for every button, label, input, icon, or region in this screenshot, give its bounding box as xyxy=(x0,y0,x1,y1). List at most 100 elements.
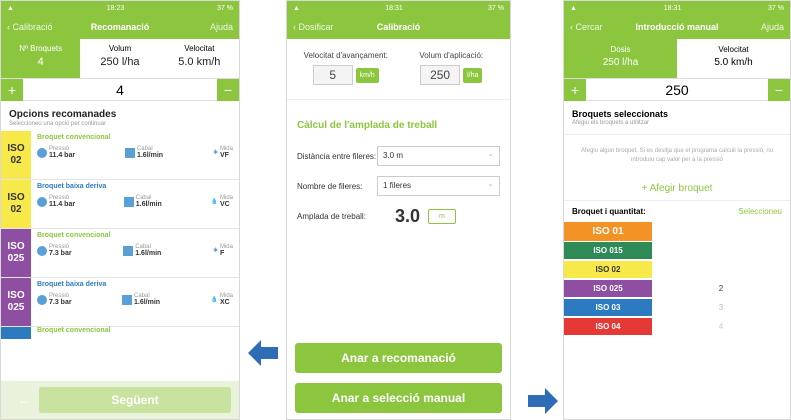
width-unit-button[interactable]: m xyxy=(428,208,456,224)
go-manual-selection-button[interactable]: Anar a selecció manual xyxy=(295,383,502,413)
info-text: Afegiu algun broquet. Si es desitja que … xyxy=(580,148,774,163)
tab-speed[interactable]: Velocitat 5.0 km/h xyxy=(160,39,239,78)
distance-select[interactable]: 3.0 m xyxy=(377,145,500,166)
nozzle-tag: ISO 02 xyxy=(564,261,652,278)
nozzle-qty[interactable]: 3 xyxy=(652,303,790,312)
flow-icon xyxy=(123,245,134,256)
nozzle-name: Broquet baixa deriva xyxy=(37,281,107,288)
status-time: 18:31 xyxy=(663,4,682,12)
nozzle-option[interactable]: ISO 015 xyxy=(564,241,790,260)
width-label: Amplada de treball: xyxy=(297,211,366,221)
increment-button[interactable]: + xyxy=(1,78,23,101)
tab-volume[interactable]: Volum 250 l/ha xyxy=(80,39,159,78)
help-button[interactable]: Ajuda xyxy=(210,22,233,32)
nozzle-qty[interactable]: 4 xyxy=(652,322,790,331)
tab-value: 250 l/ha xyxy=(602,57,639,68)
speed-input[interactable]: 5 xyxy=(312,65,353,85)
iso-badge: ISO 025 xyxy=(1,229,31,277)
size-value: XC xyxy=(219,299,230,306)
screen-title: Recomanació xyxy=(90,22,150,32)
volume-label: Volum d'aplicació: xyxy=(419,51,484,60)
tab-label: Dosis xyxy=(610,45,631,54)
nav-bar: ‹ Cercar Introducció manual Ajuda xyxy=(564,15,790,39)
recommendation-row[interactable]: ISO 025 Broquet convencional Pressió 7.3 … xyxy=(1,229,239,278)
tab-dose[interactable]: Dosis 250 l/ha xyxy=(564,39,677,78)
signal-icon: ▲ xyxy=(7,4,14,12)
nozzle-option[interactable]: ISO 025 2 xyxy=(564,279,790,298)
nozzle-option[interactable]: ISO 04 4 xyxy=(564,317,790,336)
add-nozzle-button[interactable]: + Afegir broquet xyxy=(564,177,790,200)
arrow-right-icon xyxy=(528,388,558,414)
go-recommendation-button[interactable]: Anar a recomanació xyxy=(295,343,502,373)
nozzle-option[interactable]: ISO 01 xyxy=(564,222,790,241)
tab-value: 5.0 km/h xyxy=(714,57,753,68)
nav-bar: ‹ Dosificar Calibració xyxy=(287,15,510,39)
signal-icon: ▲ xyxy=(570,4,577,12)
iso-badge: ISO 02 xyxy=(1,131,31,179)
tab-value: 5.0 km/h xyxy=(178,56,221,68)
speed-group: Velocitat d'avançament: 5 km/h xyxy=(293,51,399,85)
pressure-value: 11.4 bar xyxy=(49,152,76,159)
select-button[interactable]: Seleccioneu xyxy=(738,207,782,216)
bottom-bar: ← Següent xyxy=(1,381,239,419)
status-time: 18:23 xyxy=(106,4,125,12)
tab-speed[interactable]: Velocitat 5.0 km/h xyxy=(677,39,790,78)
iso-badge: ISO 025 xyxy=(1,278,31,326)
nozzle-name: Broquet convencional xyxy=(37,134,111,141)
flow-value: 1.6l/min xyxy=(136,152,164,159)
nozzle-count-stepper: + 4 − xyxy=(1,78,239,101)
speed-unit-button[interactable]: km/h xyxy=(355,67,379,83)
gauge-icon xyxy=(37,196,47,207)
back-arrow-button[interactable]: ← xyxy=(9,393,39,407)
section-title: Broquets seleccionats xyxy=(572,109,669,119)
stepper-value[interactable]: 4 xyxy=(23,82,217,98)
section-subtitle: Afegiu els broquets a utilitzar xyxy=(564,119,790,135)
gauge-icon xyxy=(37,294,47,305)
tab-label: Nº Broquets xyxy=(19,44,63,53)
nozzle-tag: ISO 025 xyxy=(564,280,652,297)
nozzle-qty[interactable]: 2 xyxy=(652,284,790,293)
nozzle-name: Broquet convencional xyxy=(37,327,111,334)
arrow-left-icon xyxy=(248,340,278,366)
summary-tabs: Dosis 250 l/ha Velocitat 5.0 km/h xyxy=(564,39,790,79)
tab-nozzles[interactable]: Nº Broquets 4 xyxy=(1,39,81,78)
distance-label: Distància entre fileres: xyxy=(297,151,377,161)
volume-input[interactable]: 250 xyxy=(420,65,461,85)
decrement-button[interactable]: − xyxy=(768,78,790,101)
recommendation-row[interactable]: ISO 02 Broquet convencional Pressió 11.4 … xyxy=(1,131,239,180)
stepper-value[interactable]: 250 xyxy=(586,82,768,98)
nozzle-tag: ISO 015 xyxy=(564,242,652,259)
width-value: 3.0 xyxy=(395,205,421,226)
nozzle-name: Broquet convencional xyxy=(37,232,111,239)
nav-bar: ‹ Calibració Recomanació Ajuda xyxy=(1,15,239,39)
nozzle-tag: ISO 01 xyxy=(564,222,652,241)
flow-value: 1.6l/min xyxy=(134,299,161,306)
speed-label: Velocitat d'avançament: xyxy=(303,51,388,60)
nozzle-tag: ISO 03 xyxy=(564,299,652,316)
help-button[interactable]: Ajuda xyxy=(761,22,784,32)
recommendation-row-partial[interactable]: Broquet convencional xyxy=(1,327,239,339)
status-bar: ▲ 18:31 37 % xyxy=(564,1,790,15)
rows-select[interactable]: 1 fileres xyxy=(377,175,500,196)
increment-button[interactable]: + xyxy=(564,78,586,101)
gauge-icon xyxy=(37,147,47,158)
section-title: Opcions recomanades xyxy=(9,109,117,120)
recommendation-row[interactable]: ISO 025 Broquet baixa deriva Pressió 7.3 … xyxy=(1,278,239,327)
droplet-size-icon: ✱ xyxy=(212,248,218,254)
nozzle-option[interactable]: ISO 03 3 xyxy=(564,298,790,317)
pressure-value: 7.3 bar xyxy=(49,250,72,257)
status-time: 18:31 xyxy=(385,4,403,12)
phone-recommendation-screen: ▲ 18:23 37 % ‹ Calibració Recomanació Aj… xyxy=(0,0,240,420)
decrement-button[interactable]: − xyxy=(217,78,239,101)
nozzle-option[interactable]: ISO 02 xyxy=(564,260,790,279)
volume-unit-button[interactable]: l/ha xyxy=(463,67,483,83)
flow-value: 1.6l/min xyxy=(135,201,162,208)
recommendation-row[interactable]: ISO 02 Broquet baixa deriva Pressió 11.4 … xyxy=(1,180,239,229)
tab-label: Velocitat xyxy=(718,45,749,54)
quantity-header: Broquet i quantitat: Seleccioneu xyxy=(564,200,790,222)
tab-value: 4 xyxy=(37,56,44,68)
next-button[interactable]: Següent xyxy=(39,387,231,413)
nozzle-name: Broquet baixa deriva xyxy=(37,183,107,190)
droplet-icon: 💧 xyxy=(210,297,218,303)
tab-label: Velocitat xyxy=(184,44,215,53)
